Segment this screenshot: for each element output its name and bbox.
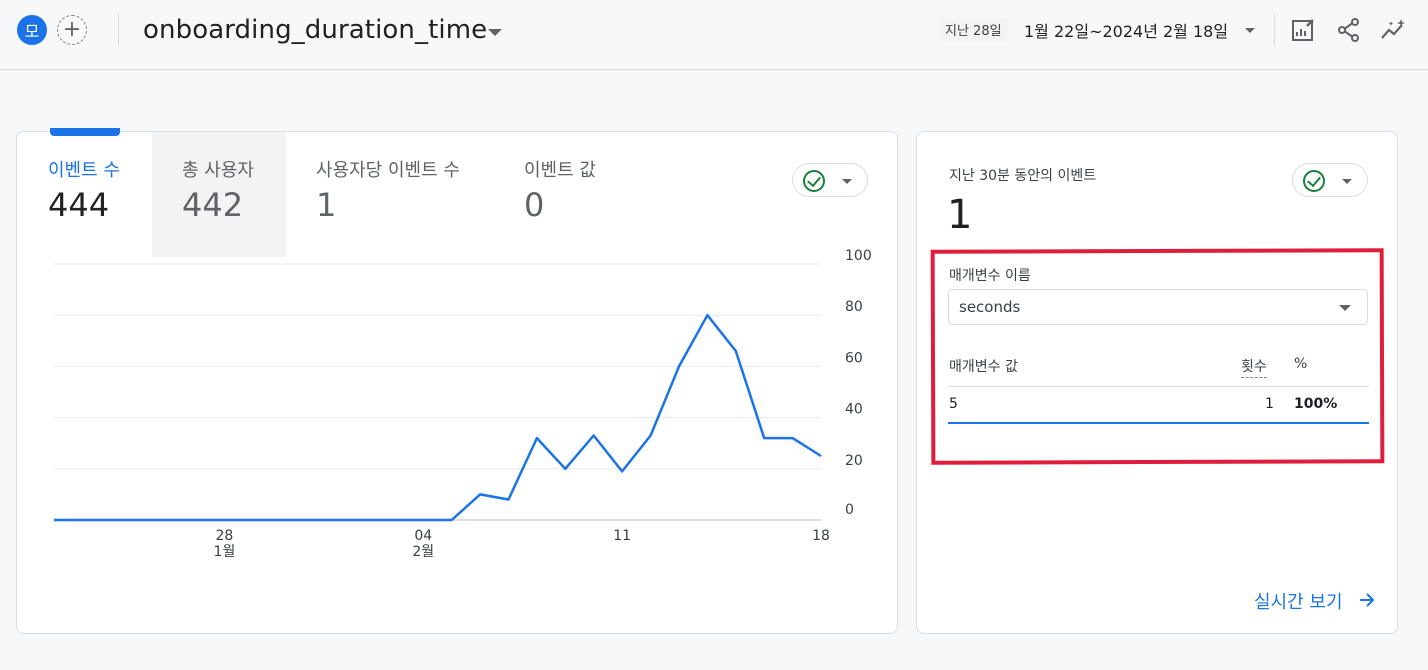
realtime-title: 지난 30분 동안의 이벤트 — [949, 168, 1097, 184]
realtime-card: 지난 30분 동안의 이벤트 1 매개변수 이름 seconds 매개변수 값 … — [916, 131, 1398, 634]
date-range-chip[interactable]: 지난 28일 — [939, 18, 1008, 41]
y-tick-label: 40 — [845, 402, 863, 418]
x-tick-label: 04 — [414, 528, 432, 544]
add-comparison-button[interactable]: + — [57, 15, 87, 45]
date-range-text[interactable]: 1월 22일~2024년 2월 18일 — [1024, 18, 1228, 42]
share-icon[interactable] — [1335, 16, 1363, 44]
chevron-down-icon — [1342, 179, 1352, 184]
header-divider — [118, 14, 119, 46]
edit-chart-icon[interactable] — [1289, 16, 1317, 44]
report-header: 모 + onboarding_duration_time 지난 28일 1월 2… — [0, 0, 1428, 70]
header-divider — [1274, 14, 1275, 46]
date-range-caret-icon[interactable] — [1245, 28, 1255, 33]
view-realtime-link[interactable]: 실시간 보기 — [1254, 588, 1343, 614]
title-dropdown-caret-icon[interactable] — [488, 29, 502, 36]
y-tick-label: 0 — [845, 502, 854, 518]
y-tick-label: 60 — [845, 350, 863, 366]
x-tick-label: 28 — [216, 528, 234, 544]
event-count-line-chart: 100 80 60 40 20 0 281월 042월 11 18 — [54, 248, 872, 560]
realtime-value: 1 — [947, 192, 973, 238]
check-circle-icon — [1303, 170, 1325, 192]
page-title: onboarding_duration_time — [143, 15, 488, 45]
highlight-annotation-box — [930, 248, 1385, 465]
y-tick-label: 20 — [845, 453, 863, 469]
y-tick-label: 100 — [845, 248, 872, 264]
metrics-chart-card: 이벤트 수 444 총 사용자 442 사용자당 이벤트 수 1 이벤트 값 0… — [16, 128, 898, 634]
realtime-status-dropdown[interactable] — [1292, 163, 1368, 197]
arrow-right-icon[interactable] — [1357, 590, 1377, 610]
avatar[interactable]: 모 — [17, 15, 47, 45]
y-tick-label: 80 — [845, 299, 863, 315]
x-tick-label: 18 — [812, 528, 830, 544]
x-tick-label: 11 — [613, 528, 631, 544]
insights-icon[interactable] — [1380, 16, 1408, 44]
x-tick-month-label: 1월 — [214, 544, 236, 560]
x-tick-month-label: 2월 — [412, 544, 434, 560]
